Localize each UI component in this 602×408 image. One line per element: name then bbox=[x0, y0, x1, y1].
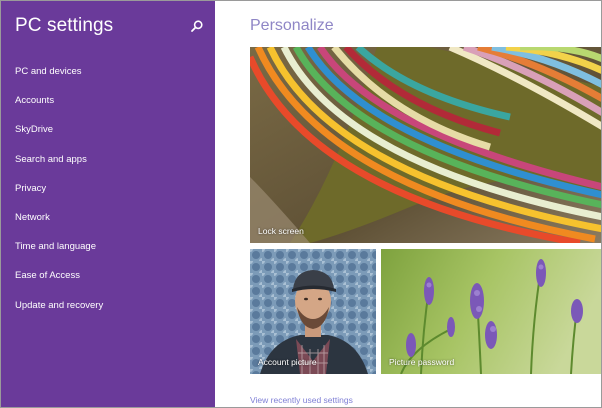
view-recently-used-settings-link[interactable]: View recently used settings bbox=[250, 395, 353, 405]
sidebar-item-network[interactable]: Network bbox=[1, 203, 215, 232]
sidebar-item-time-and-language[interactable]: Time and language bbox=[1, 232, 215, 261]
picture-password-image bbox=[381, 249, 601, 374]
sidebar-item-pc-and-devices[interactable]: PC and devices bbox=[1, 57, 215, 86]
sidebar-title: PC settings bbox=[15, 15, 114, 36]
sidebar-item-ease-of-access[interactable]: Ease of Access bbox=[1, 261, 215, 290]
account-picture-tile[interactable]: Account picture bbox=[250, 249, 376, 374]
lock-screen-image bbox=[250, 47, 601, 243]
sidebar-item-skydrive[interactable]: SkyDrive bbox=[1, 115, 215, 144]
pc-settings-window: PC settings PC and devices Accounts SkyD… bbox=[0, 0, 602, 408]
sidebar-item-accounts[interactable]: Accounts bbox=[1, 86, 215, 115]
account-picture-image bbox=[250, 249, 376, 374]
sidebar-item-search-and-apps[interactable]: Search and apps bbox=[1, 145, 215, 174]
sidebar-nav: PC and devices Accounts SkyDrive Search … bbox=[1, 57, 215, 320]
page-title: Personalize bbox=[250, 17, 334, 34]
sidebar-item-update-and-recovery[interactable]: Update and recovery bbox=[1, 291, 215, 320]
search-icon[interactable] bbox=[190, 19, 204, 33]
sidebar-item-privacy[interactable]: Privacy bbox=[1, 174, 215, 203]
sidebar: PC settings PC and devices Accounts SkyD… bbox=[1, 1, 215, 407]
picture-password-label: Picture password bbox=[389, 357, 455, 367]
picture-password-tile[interactable]: Picture password bbox=[381, 249, 601, 374]
account-picture-label: Account picture bbox=[258, 357, 317, 367]
lock-screen-label: Lock screen bbox=[258, 226, 304, 236]
lock-screen-tile[interactable]: Lock screen bbox=[250, 47, 601, 243]
